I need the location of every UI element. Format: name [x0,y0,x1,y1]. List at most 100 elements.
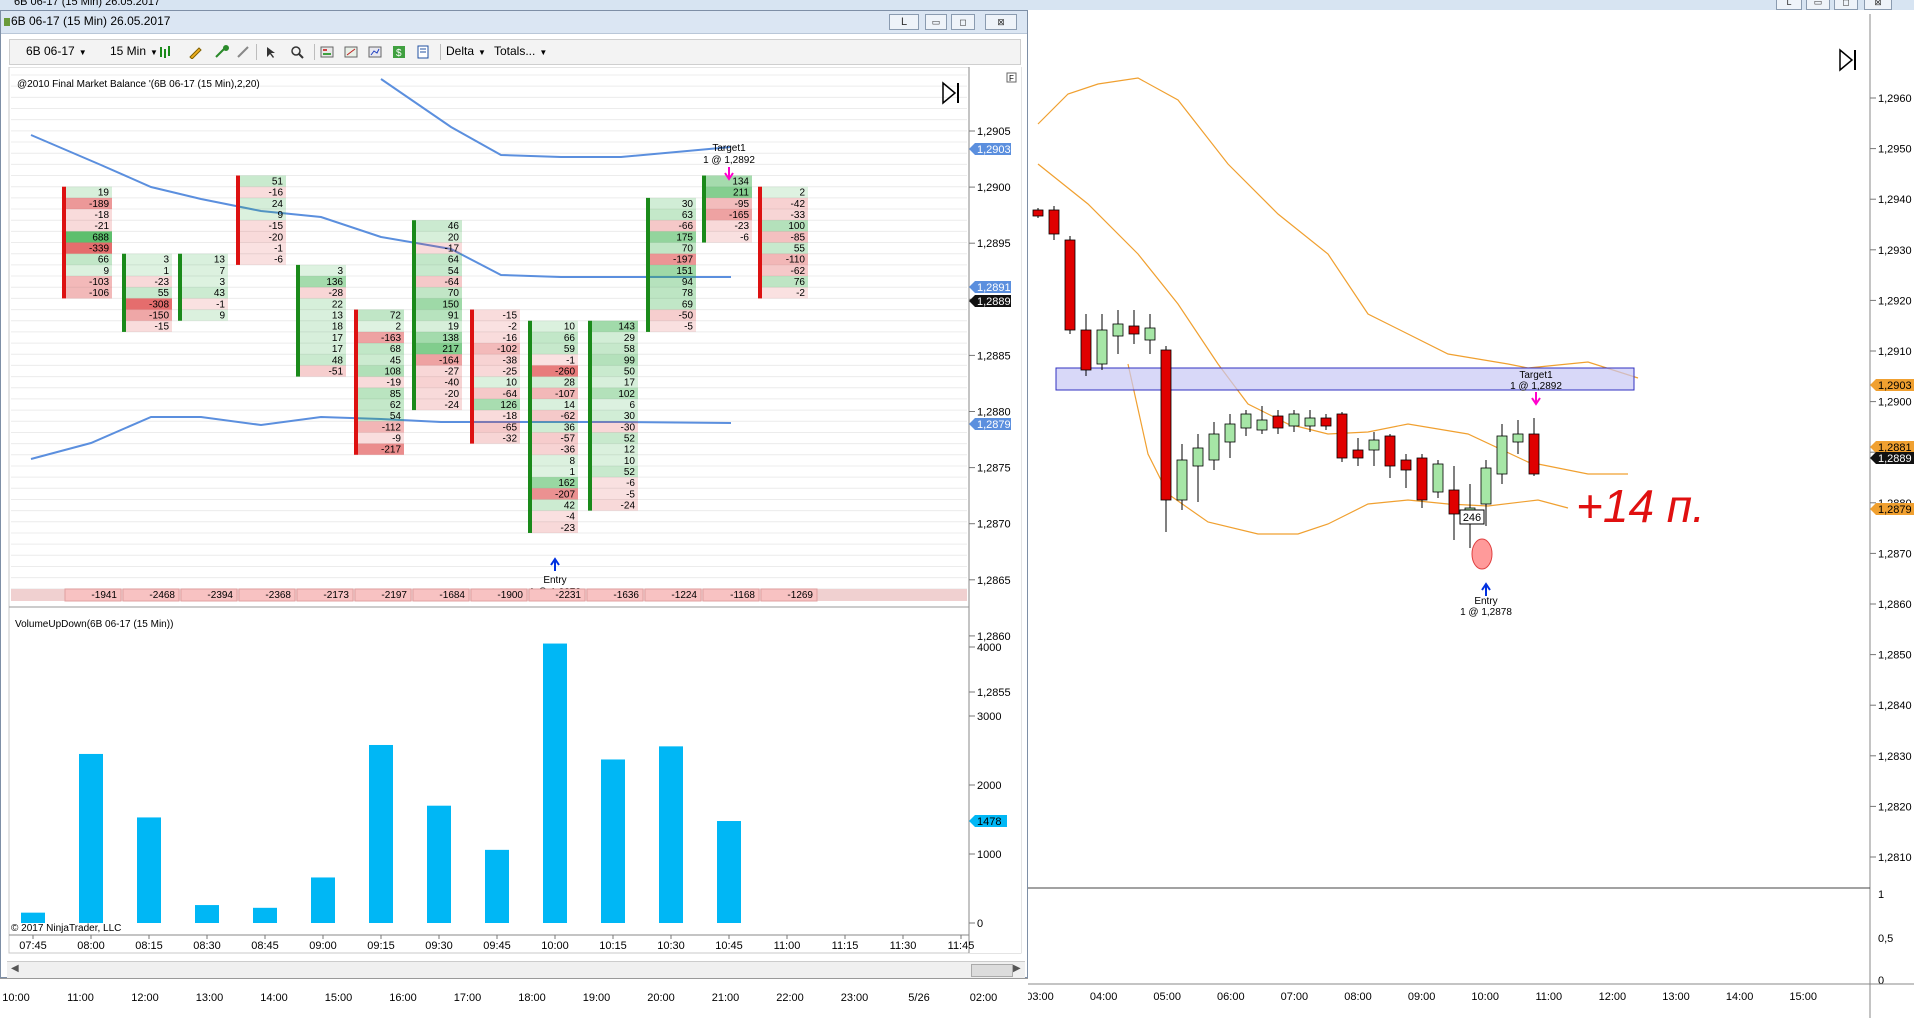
footprint-column: -15-2-16-102-38-2510-64126-18-65-32 [470,309,520,444]
footprint-cell-value: -25 [503,366,518,377]
delta-menu[interactable]: Delta ▼ [446,44,486,58]
price-tick-label: 1,2865 [977,575,1011,587]
minimize-button[interactable]: ▭ [925,14,947,30]
footprint-cell-value: 17 [332,333,344,344]
right-time-label: 10:00 [1471,991,1499,1003]
maximize-button[interactable]: ◻ [951,14,975,30]
footprint-cell-value: -102 [497,344,517,355]
panel-f-label: F [1009,74,1014,83]
background-maximize-button[interactable]: ◻ [1834,0,1858,10]
totals-menu[interactable]: Totals... ▼ [494,44,547,58]
properties-icon[interactable] [320,45,335,59]
price-marker-label: 1,2903 [977,144,1011,156]
volume-bar [21,912,45,923]
right-time-label: 11:00 [1535,991,1562,1003]
totals-value: -2368 [265,590,291,601]
data-box-icon[interactable] [416,45,431,59]
footprint-column: 3063-6617570-197151947869-50-5 [646,197,696,333]
candle-body [1272,415,1284,429]
volume-bar [601,759,625,923]
footprint-cell-value: 136 [326,277,343,288]
eraser-icon[interactable] [236,45,251,59]
footprint-cell-value: 22 [332,299,344,310]
time-tick-label: 08:45 [251,940,279,952]
footprint-cell-value: 68 [390,344,402,355]
pointer-icon[interactable] [264,45,279,59]
candle-body [1144,327,1156,341]
footprint-cell-value: 13 [214,255,226,266]
footprint-cell-value: -6 [740,232,749,243]
footprint-cell-value: 50 [624,366,636,377]
price-tick-label: 1,2855 [977,687,1011,699]
close-button[interactable]: ⊠ [985,14,1017,30]
indicators-icon[interactable] [344,45,359,59]
footprint-cell-value: 69 [682,299,694,310]
right-price-label: 1,2850 [1878,650,1912,662]
footprint-cell-value: -24 [445,400,460,411]
horizontal-scrollbar[interactable]: ◀ ▶ [7,961,1025,978]
right-target-label: Target1 [1519,370,1553,381]
scrollbar-thumb[interactable] [971,964,1013,977]
crosshair-icon[interactable] [214,45,229,59]
footprint-cell-value: -6 [626,478,635,489]
footprint-cell-value: 30 [682,199,694,210]
dollar-icon[interactable]: $ [392,45,407,59]
footprint-column: 19-189-18-21688-339669-103-106 [62,186,112,299]
footprint-cell-value: 20 [448,232,460,243]
footprint-cell-value: -20 [269,232,284,243]
footprint-cell-value: -165 [729,210,749,221]
footprint-cell-value: -16 [269,188,284,199]
right-price-marker-label: 1,2903 [1878,380,1912,392]
price-marker-label: 1,2891 [977,282,1011,294]
candle-body [1480,467,1492,505]
background-close-button[interactable]: ⊠ [1864,0,1892,10]
interval-selector[interactable]: 15 Min ▼ [110,44,158,58]
right-price-label: 1,2810 [1878,852,1912,864]
right-time-label: 06:00 [1217,991,1245,1003]
entry-highlight [1471,538,1493,570]
link-button[interactable]: L [889,14,919,30]
footprint-cell-value: -23 [561,523,576,534]
right-envelope-line [1037,77,1639,379]
footprint-cell-value: -21 [95,221,110,232]
bar-type-icon[interactable] [158,45,173,59]
instrument-selector[interactable]: 6B 06-17 ▼ [26,44,87,58]
footprint-cell-value: 10 [506,378,518,389]
order-box-value: 246 [1463,512,1481,524]
candle-body [1128,325,1140,335]
right-price-label: 1,2920 [1878,295,1912,307]
footprint-cell-value: -32 [503,433,518,444]
bottom-time-label: 15:00 [325,992,353,1004]
bottom-time-label: 11:00 [67,992,94,1004]
background-link-button[interactable]: L [1776,0,1802,10]
footprint-bar [470,309,474,444]
strategies-icon[interactable] [368,45,383,59]
candle-body [1512,433,1524,443]
zoom-icon[interactable] [290,45,305,59]
footprint-column: 4620-176454-64701509119138217-164-27-40-… [412,220,462,411]
scroll-left-icon[interactable]: ◀ [11,963,19,974]
footprint-cell-value: -40 [445,378,460,389]
footprint-cell-value: 24 [272,199,284,210]
footprint-cell-value: -1 [274,244,283,255]
footprint-bar [236,175,240,265]
popup-window-title: 6B 06-17 (15 Min) 26.05.2017 [11,14,171,28]
footprint-cell-value: -62 [791,266,806,277]
right-time-label: 13:00 [1662,991,1690,1003]
right-entry-detail: 1 @ 1,2878 [1460,607,1512,618]
target-label: Target1 [712,143,746,154]
footprint-cell-value: -107 [555,389,575,400]
footprint-cell-value: 102 [618,389,635,400]
background-minimize-button[interactable]: ▭ [1806,0,1830,10]
volume-bar [195,905,219,923]
candle-body [1160,349,1172,501]
pencil-icon[interactable] [188,45,203,59]
footprint-chart-window: 6B 06-17 (15 Min) 26.05.2017 L ▭ ◻ ⊠ 6B … [0,10,1028,978]
candle-body [1096,329,1108,365]
time-tick-label: 11:45 [948,940,975,952]
footprint-cell-value: -260 [555,366,575,377]
right-scroll-to-end-icon [1839,48,1854,72]
price-tick-label: 1,2880 [977,407,1011,419]
scroll-right-icon[interactable]: ▶ [1013,963,1021,974]
volume-bar [485,849,509,923]
